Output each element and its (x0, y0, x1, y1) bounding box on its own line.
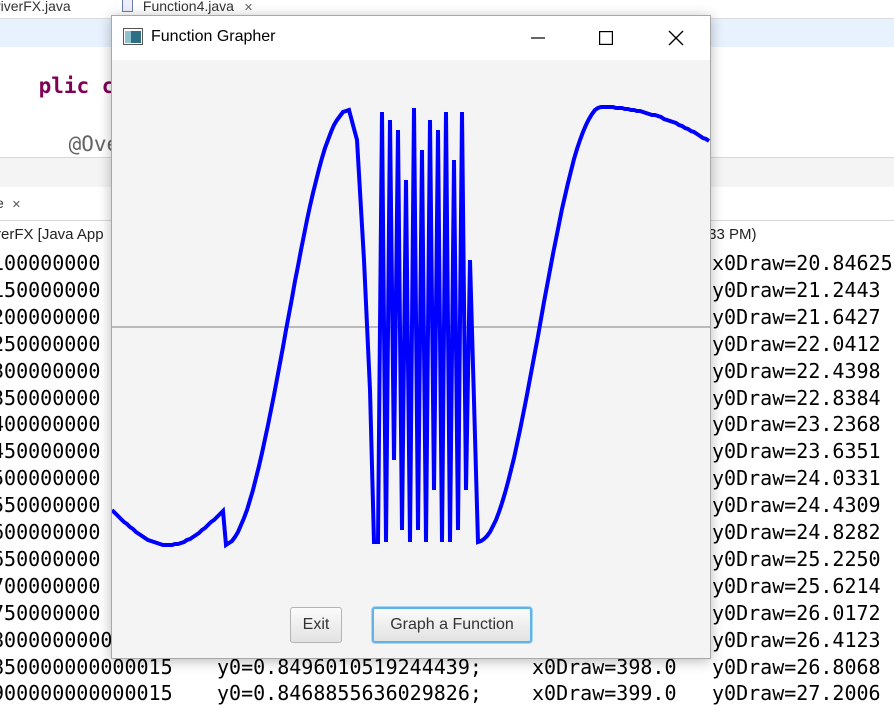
minimize-icon (531, 37, 545, 39)
console-text: 650000000 (0, 546, 101, 571)
console-text: 350000000 (0, 385, 101, 410)
console-text: y0Draw=26.0172 (712, 600, 881, 625)
console-process-time: :33 PM) (704, 226, 757, 243)
function-grapher-window: Function Grapher Exit Graph a Function (110, 15, 711, 659)
console-text: 900000000000015 (0, 681, 173, 706)
console-process-label: rerFX [Java App (0, 226, 104, 243)
console-text: 450000000 (0, 439, 101, 464)
minimize-button[interactable] (514, 16, 562, 60)
console-text: y0Draw=25.2250 (712, 546, 881, 571)
editor-tab-label: riverFX.java (0, 0, 71, 14)
console-text: y0Draw=24.4309 (712, 493, 881, 518)
console-text: y0Draw=22.8384 (712, 385, 881, 410)
java-file-icon (122, 0, 133, 12)
console-text: 150000000 (0, 277, 101, 302)
console-text: y0Draw=21.2443 (712, 277, 881, 302)
console-text: y0Draw=22.0412 (712, 331, 881, 356)
exit-button[interactable]: Exit (290, 607, 342, 643)
console-text: y0Draw=23.6351 (712, 439, 881, 464)
console-tab-label: e (0, 195, 4, 211)
console-text: x0Draw=399.0 (532, 681, 677, 706)
tab-close-icon[interactable]: ✕ (244, 2, 253, 14)
console-text: 700000000 (0, 573, 101, 598)
console-text: y0Draw=24.0331 (712, 466, 881, 491)
console-text: y0Draw=25.6214 (712, 573, 881, 598)
console-text: y0Draw=24.8282 (712, 520, 881, 544)
editor-tab-active[interactable]: Function4.java ✕ (122, 0, 253, 14)
close-button[interactable] (652, 16, 700, 60)
function-curve (110, 105, 711, 549)
editor-tab[interactable]: riverFX.java (0, 0, 71, 14)
tab-close-icon[interactable]: ✕ (12, 199, 21, 211)
graph-plot (110, 105, 711, 549)
console-text: y0=0.8468855636029826; (217, 681, 482, 706)
console-text: y0Draw=23.2368 (712, 412, 881, 437)
console-text: y0Draw=27.2006 (712, 681, 881, 706)
console-text: 400000000 (0, 412, 101, 437)
maximize-icon (599, 31, 613, 45)
console-text: y0Draw=26.4123 (712, 627, 881, 652)
console-text: x0Draw=20.84625 (712, 251, 893, 275)
window-title: Function Grapher (151, 28, 276, 45)
editor-tab-label: Function4.java (142, 0, 234, 14)
console-text: 550000000 (0, 493, 101, 518)
graph-canvas[interactable] (110, 60, 711, 658)
console-text: y0Draw=26.8068 (712, 654, 881, 679)
graph-function-button[interactable]: Graph a Function (372, 607, 532, 643)
console-text: 300000000 (0, 358, 101, 383)
console-text: 200000000 (0, 304, 101, 329)
console-text: 250000000 (0, 331, 101, 356)
maximize-button[interactable] (582, 16, 630, 60)
app-icon (123, 28, 143, 45)
console-text: 100000000 (0, 251, 101, 275)
console-tab[interactable]: e ✕ (0, 195, 21, 211)
console-line: 900000000000015 y0=0.8468855636029826; x0D… (0, 678, 894, 706)
console-text: 750000000 (0, 600, 101, 625)
close-icon (668, 30, 684, 46)
console-text: y0Draw=22.4398 (712, 358, 881, 383)
console-text: y0Draw=21.6427 (712, 304, 881, 329)
console-text: 500000000 (0, 466, 101, 491)
console-text: 600000000 (0, 520, 101, 544)
window-titlebar[interactable]: Function Grapher (112, 16, 710, 60)
